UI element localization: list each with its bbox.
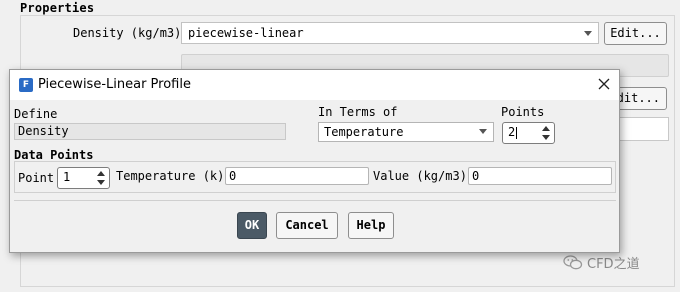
properties-title: Properties: [20, 1, 95, 15]
spin-up-icon[interactable]: [97, 171, 105, 176]
help-button[interactable]: Help: [348, 212, 394, 239]
in-terms-of-label: In Terms of: [318, 105, 398, 119]
density-label: Density (kg/m3): [73, 26, 182, 40]
temperature-input[interactable]: 0: [225, 167, 369, 185]
spin-down-icon[interactable]: [97, 180, 105, 185]
dialog-title: Piecewise-Linear Profile: [38, 77, 191, 92]
value-input[interactable]: 0: [468, 167, 612, 185]
spin-up-icon[interactable]: [542, 126, 550, 131]
points-label: Points: [501, 105, 545, 119]
define-field: Density: [14, 123, 286, 140]
chevron-down-icon: [584, 31, 592, 36]
chevron-down-icon: [479, 129, 487, 134]
second-edit-label: dit...: [616, 91, 660, 105]
wechat-icon: [563, 255, 583, 270]
piecewise-linear-dialog: F Piecewise-Linear Profile Define Densit…: [9, 69, 620, 253]
value-label: Value (kg/m3): [373, 169, 467, 183]
close-icon[interactable]: [594, 74, 614, 94]
watermark: CFD之道: [563, 253, 640, 272]
cancel-button[interactable]: Cancel: [276, 212, 338, 239]
text-caret: [516, 126, 518, 139]
point-value: 1: [63, 170, 71, 184]
define-label: Define: [14, 107, 58, 121]
point-spinner[interactable]: 1: [57, 167, 110, 189]
fluent-app-icon: F: [19, 78, 33, 92]
ok-button[interactable]: OK: [237, 212, 267, 239]
temperature-label: Temperature (k): [116, 169, 225, 183]
data-points-title: Data Points: [14, 148, 94, 162]
in-terms-of-select[interactable]: Temperature: [318, 122, 494, 142]
watermark-text: CFD之道: [587, 257, 640, 272]
in-terms-of-value: Temperature: [324, 125, 404, 139]
points-value: 2: [508, 125, 516, 139]
spin-down-icon[interactable]: [542, 135, 550, 140]
density-method-select[interactable]: piecewise-linear: [181, 22, 599, 44]
divider: [14, 200, 616, 201]
density-method-value: piecewise-linear: [188, 26, 304, 40]
point-label: Point: [18, 171, 55, 185]
density-edit-button[interactable]: Edit...: [604, 22, 667, 45]
dialog-titlebar: F Piecewise-Linear Profile: [10, 70, 619, 100]
points-spinner[interactable]: 2: [502, 122, 555, 144]
